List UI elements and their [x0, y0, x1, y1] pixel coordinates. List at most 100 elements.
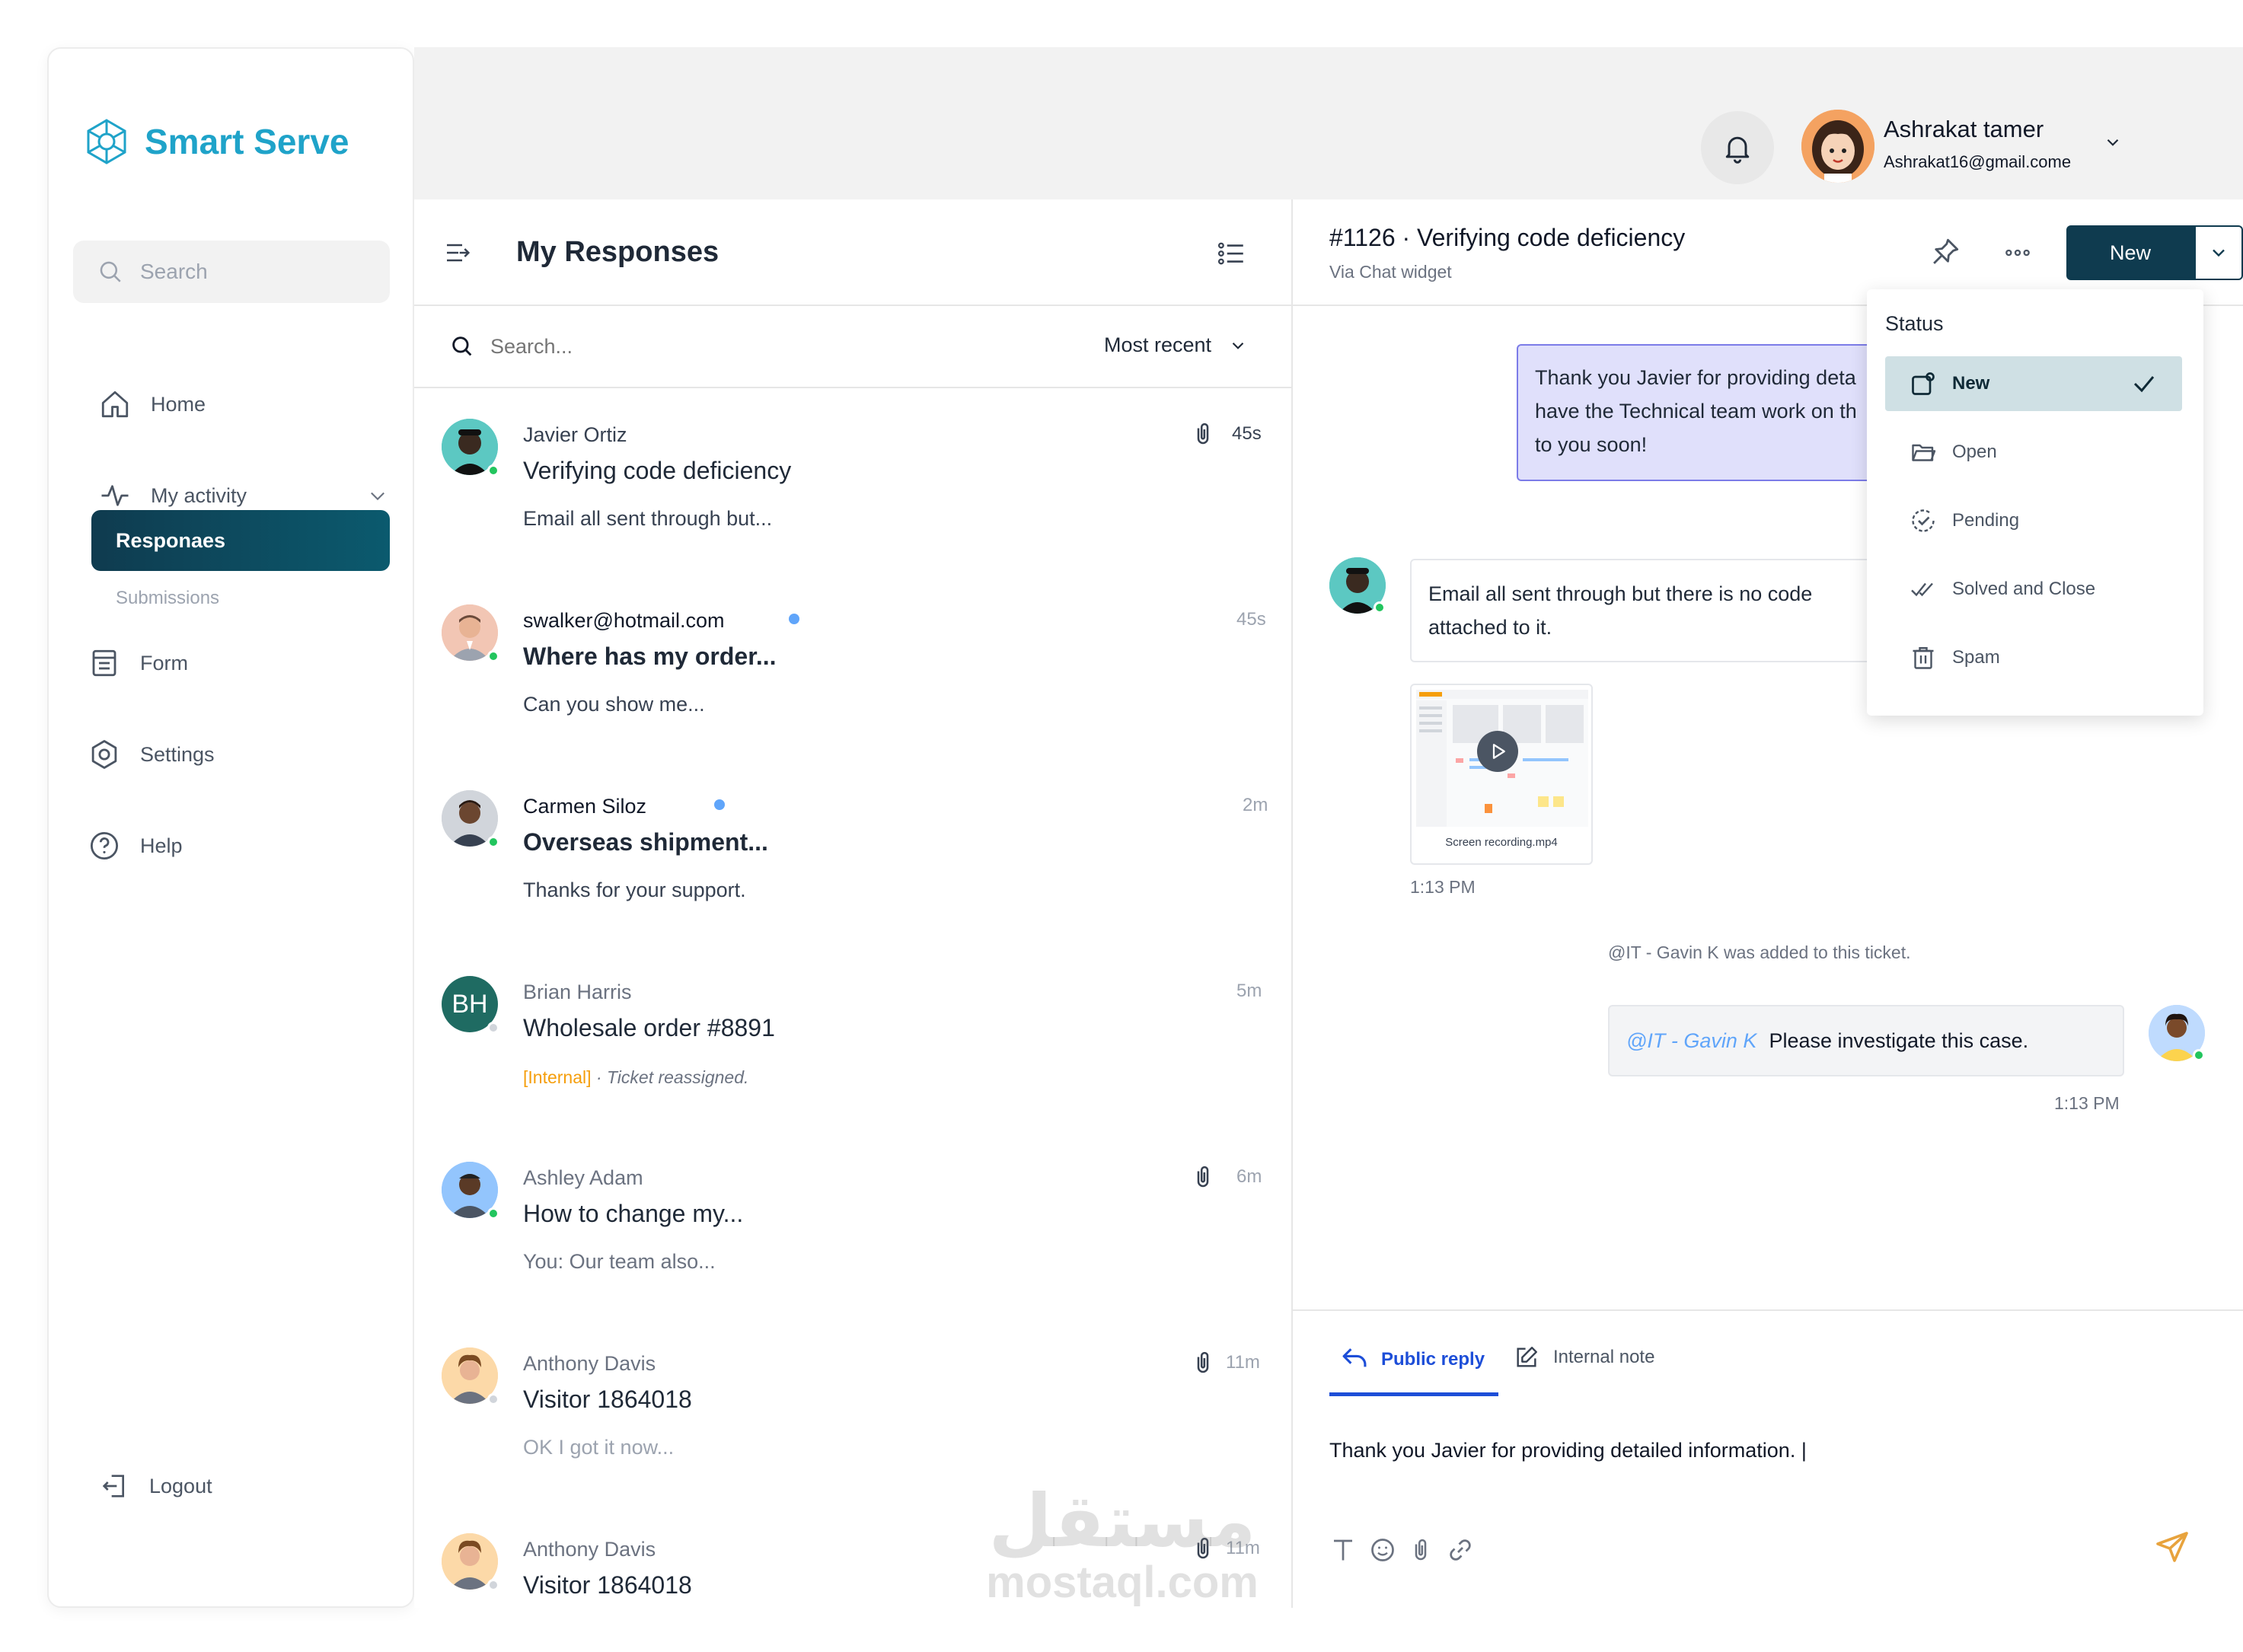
message-line: to you soon!: [1535, 433, 1648, 456]
option-label: Solved and Close: [1952, 579, 2096, 599]
text-format-icon[interactable]: [1329, 1536, 1357, 1564]
customer-message-bubble: Email all sent through but there is no c…: [1410, 559, 1874, 662]
video-thumbnail: [1416, 690, 1588, 827]
subject: Visitor 1864018: [523, 1571, 692, 1599]
watermark: مستقل mostaql.com: [985, 1483, 1259, 1606]
reply-icon: [1340, 1344, 1369, 1370]
composer: Public reply Internal note Thank you Jav…: [1293, 1309, 2243, 1608]
system-note: @IT - Gavin K was added to this ticket.: [1608, 942, 1911, 963]
sidebar-item-help[interactable]: Help: [88, 830, 183, 862]
tab-label: Internal note: [1553, 1347, 1655, 1367]
link-icon[interactable]: [1447, 1536, 1474, 1564]
message-line: have the Technical team work on th: [1535, 400, 1857, 423]
avatar-initials: BH: [451, 989, 488, 1019]
video-attachment[interactable]: Screen recording.mp4: [1410, 684, 1593, 865]
brand-logo[interactable]: Smart Serve: [82, 117, 349, 166]
folder-icon: [1910, 439, 1937, 466]
list-header: My Responses: [414, 199, 1291, 306]
message-line: Email all sent through but there is no c…: [1428, 582, 1813, 605]
paperclip-icon: [1189, 1162, 1217, 1192]
sender-name: Anthony Davis: [523, 1352, 656, 1375]
list-item[interactable]: Carmen Siloz Overseas shipment... Thanks…: [414, 760, 1291, 946]
sender-name: swalker@hotmail.com: [523, 609, 725, 632]
sidebar-search[interactable]: Search: [73, 241, 390, 303]
attachment-filename: Screen recording.mp4: [1445, 836, 1558, 849]
reply-textarea[interactable]: Thank you Javier for providing detailed …: [1329, 1439, 2205, 1462]
message-time: 1:13 PM: [2054, 1093, 2120, 1113]
chevron-down-icon: [367, 485, 388, 506]
send-icon[interactable]: [2155, 1529, 2191, 1565]
status-option-open[interactable]: Open: [1885, 425, 2182, 480]
option-label: Spam: [1952, 647, 2000, 668]
preview: You: Our team also...: [523, 1250, 716, 1273]
sidebar-item-form[interactable]: Form: [88, 647, 188, 679]
subject: Wholesale order #8891: [523, 1014, 775, 1041]
online-indicator: [487, 836, 499, 848]
new-icon: [1910, 370, 1937, 397]
status-button-label: New: [2109, 241, 2151, 264]
double-check-icon: [1910, 576, 1937, 603]
list-item[interactable]: Ashley Adam How to change my... You: Our…: [414, 1131, 1291, 1317]
timestamp: 5m: [1236, 981, 1262, 1001]
help-icon: [88, 830, 120, 862]
pin-icon[interactable]: [1929, 236, 1961, 268]
more-options-icon[interactable]: [2001, 238, 2034, 268]
sidebar-item-submissions[interactable]: Submissions: [116, 588, 219, 609]
tab-public-reply[interactable]: Public reply: [1329, 1338, 1498, 1396]
list-item[interactable]: Javier Ortiz Verifying code deficiency E…: [414, 388, 1291, 574]
status-option-pending[interactable]: Pending: [1885, 493, 2182, 548]
collapse-menu-icon[interactable]: [443, 238, 474, 268]
edit-note-icon: [1514, 1344, 1539, 1370]
attachment-icon[interactable]: [1407, 1535, 1434, 1565]
tab-label: Public reply: [1381, 1349, 1485, 1370]
paperclip-icon: [1189, 1347, 1217, 1378]
pending-icon: [1910, 507, 1937, 534]
sidebar-item-label: My activity: [151, 483, 247, 507]
preview: Can you show me...: [523, 693, 705, 716]
sidebar-item-home[interactable]: Home: [99, 388, 206, 420]
trash-icon: [1910, 644, 1937, 671]
logo-icon: [82, 117, 131, 166]
timestamp: 45s: [1236, 609, 1266, 630]
emoji-icon[interactable]: [1369, 1536, 1396, 1564]
logout-button[interactable]: Logout: [99, 1471, 212, 1501]
sender-name: Javier Ortiz: [523, 423, 627, 446]
list-item[interactable]: BH Brian Harris Wholesale order #8891 [I…: [414, 946, 1291, 1131]
status-option-spam[interactable]: Spam: [1885, 630, 2182, 685]
chevron-down-icon[interactable]: [2103, 132, 2123, 152]
sidebar-item-my-activity[interactable]: My activity: [99, 480, 388, 512]
online-indicator: [487, 1579, 499, 1591]
unread-dot: [714, 799, 725, 810]
online-indicator: [2193, 1049, 2205, 1061]
sort-dropdown[interactable]: Most recent: [1104, 333, 1248, 357]
watermark-latin: mostaql.com: [986, 1558, 1259, 1607]
status-menu-heading: Status: [1885, 312, 1944, 335]
message-time: 1:13 PM: [1410, 877, 1476, 897]
preview: Email all sent through but...: [523, 507, 773, 530]
sidebar-item-label: Submissions: [116, 588, 220, 608]
tab-internal-note[interactable]: Internal note: [1514, 1344, 1654, 1370]
status-option-solved[interactable]: Solved and Close: [1885, 562, 2182, 617]
settings-icon: [88, 738, 120, 770]
list-search-input[interactable]: [490, 327, 871, 365]
internal-mention[interactable]: @IT - Gavin K: [1626, 1029, 1756, 1053]
play-button[interactable]: [1477, 731, 1518, 772]
ticket-panel: #1126 · Verifying code deficiency Via Ch…: [1293, 199, 2243, 1608]
sidebar-item-settings[interactable]: Settings: [88, 738, 215, 770]
timestamp: 2m: [1243, 795, 1268, 815]
search-placeholder: Search: [140, 260, 208, 283]
option-label: Pending: [1952, 510, 2020, 531]
user-avatar[interactable]: [1801, 110, 1874, 183]
notifications-button[interactable]: [1701, 111, 1774, 184]
list-view-icon[interactable]: [1215, 238, 1247, 269]
logout-icon: [99, 1471, 129, 1501]
ticket-title: #1126 · Verifying code deficiency: [1329, 224, 1686, 251]
list-item[interactable]: swalker@hotmail.com Where has my order..…: [414, 574, 1291, 760]
user-menu[interactable]: Ashrakat tamer Ashrakat16@gmail.come: [1884, 116, 2082, 172]
status-dropdown-toggle[interactable]: [2194, 225, 2243, 280]
list-item[interactable]: Anthony Davis Visitor 1864018 OK I got i…: [414, 1317, 1291, 1503]
status-option-new[interactable]: New: [1885, 356, 2182, 411]
status-button[interactable]: New: [2066, 225, 2194, 280]
sidebar-item-responses[interactable]: Responaes: [91, 510, 390, 571]
option-label: New: [1952, 373, 1990, 394]
